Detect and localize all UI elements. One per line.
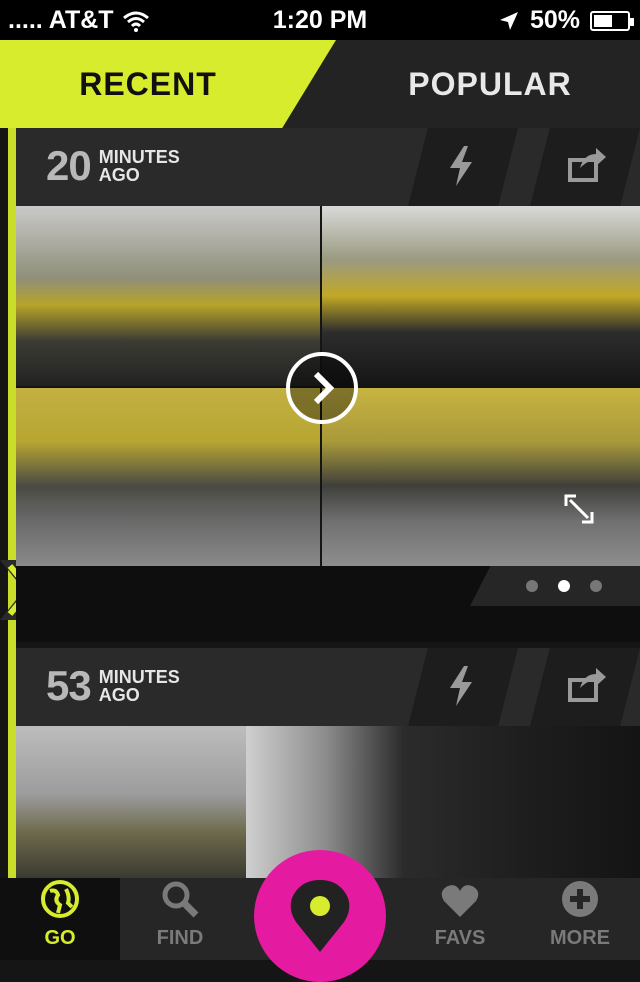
battery-icon [590, 10, 634, 31]
lightning-icon [450, 146, 472, 186]
photo-thumbnail[interactable] [322, 206, 640, 386]
page-dot-active[interactable] [558, 580, 570, 592]
feed-tabs: POPULAR RECENT [0, 40, 640, 128]
heart-icon [441, 885, 479, 917]
next-button[interactable] [286, 352, 358, 424]
search-icon [162, 881, 199, 918]
tab-popular[interactable]: POPULAR [300, 40, 640, 128]
nav-more-label: MORE [550, 927, 610, 949]
photo-thumbnail[interactable] [16, 388, 320, 566]
share-icon [568, 668, 606, 702]
nav-find[interactable]: FIND [120, 878, 240, 960]
time-ago-suffix: AGO [98, 165, 140, 185]
page-dot[interactable] [590, 580, 602, 592]
time-ago-number: 53 [46, 662, 92, 709]
photo-thumbnail[interactable] [322, 388, 640, 566]
time-ago-unit: MINUTES [98, 147, 180, 167]
lightning-icon [450, 666, 472, 706]
page-dot[interactable] [526, 580, 538, 592]
share-icon [568, 148, 606, 182]
plus-icon [562, 881, 598, 917]
tab-recent[interactable]: RECENT [0, 40, 336, 128]
nav-go[interactable]: GO [0, 878, 120, 960]
share-button[interactable] [530, 648, 640, 726]
photo-thumbnail[interactable] [16, 206, 320, 386]
globe-icon [41, 880, 79, 918]
location-pin-icon [290, 880, 350, 952]
time-ago: 20 MINUTES AGO [46, 142, 180, 190]
chevron-right-icon [313, 371, 335, 405]
nav-favs-label: FAVS [434, 927, 486, 949]
card-footer [16, 566, 640, 642]
boost-button[interactable] [408, 648, 518, 726]
time-ago-suffix: AGO [98, 685, 140, 705]
time-ago-unit: MINUTES [98, 667, 180, 687]
photo-grid[interactable] [16, 206, 640, 566]
time-ago-number: 20 [46, 142, 92, 189]
status-bar: ..... AT&T 1:20 PM 50% [0, 0, 640, 40]
boost-button[interactable] [408, 128, 518, 206]
feed-card-header: 53 MINUTES AGO [16, 648, 640, 726]
nav-favs[interactable]: FAVS [400, 878, 520, 960]
battery-percent: 50% [529, 6, 580, 34]
timeline-accent-line [8, 128, 16, 878]
share-button[interactable] [530, 128, 640, 206]
location-arrow-icon [499, 11, 518, 30]
nav-more[interactable]: MORE [520, 878, 640, 960]
time-ago: 53 MINUTES AGO [46, 662, 180, 710]
photo-thumbnail[interactable] [16, 726, 246, 878]
page-indicator [526, 580, 602, 592]
expand-icon[interactable] [564, 494, 594, 524]
checkin-button[interactable] [254, 850, 386, 982]
feed-card-header: 20 MINUTES AGO [16, 128, 640, 206]
nav-find-label: FIND [156, 927, 204, 949]
nav-go-label: GO [44, 927, 76, 949]
